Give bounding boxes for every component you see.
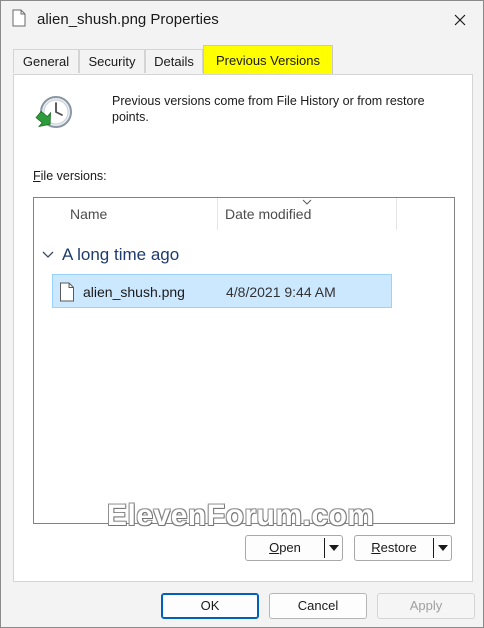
list-item[interactable]: alien_shush.png 4/8/2021 9:44 AM xyxy=(52,274,392,308)
dropdown-arrow-icon xyxy=(438,545,448,551)
open-button[interactable]: Open xyxy=(246,536,324,560)
document-icon xyxy=(60,282,74,302)
column-header: Name Date modified xyxy=(34,198,454,230)
previous-versions-panel: Previous versions come from File History… xyxy=(13,74,473,582)
sort-arrow-icon xyxy=(302,199,312,205)
open-split-button: Open xyxy=(245,535,343,561)
dropdown-arrow-icon xyxy=(329,545,339,551)
file-versions-label-accel: F xyxy=(33,169,41,183)
apply-button[interactable]: Apply xyxy=(377,593,475,619)
file-versions-label: File versions: xyxy=(33,169,107,183)
restore-dropdown-button[interactable] xyxy=(435,536,451,560)
tab-details[interactable]: Details xyxy=(145,49,203,73)
close-icon xyxy=(454,14,466,26)
file-name: alien_shush.png xyxy=(83,284,185,300)
document-icon xyxy=(12,9,26,27)
close-button[interactable] xyxy=(447,7,473,33)
restore-button[interactable]: Restore xyxy=(355,536,433,560)
column-separator[interactable] xyxy=(396,198,397,230)
ok-button[interactable]: OK xyxy=(161,593,259,619)
file-date: 4/8/2021 9:44 AM xyxy=(226,284,336,300)
group-title: A long time ago xyxy=(62,245,180,264)
window-title: alien_shush.png Properties xyxy=(37,11,219,28)
file-versions-label-rest: ile versions: xyxy=(40,169,107,183)
restore-rest: estore xyxy=(380,540,417,555)
split-divider xyxy=(324,538,325,558)
title-bar: alien_shush.png Properties xyxy=(1,1,483,39)
properties-dialog: alien_shush.png Properties General Secur… xyxy=(0,0,484,628)
cancel-button[interactable]: Cancel xyxy=(269,593,367,619)
column-date-modified[interactable]: Date modified xyxy=(225,198,311,230)
restore-split-button: Restore xyxy=(354,535,452,561)
open-dropdown-button[interactable] xyxy=(326,536,342,560)
tab-general[interactable]: General xyxy=(13,49,79,73)
info-text: Previous versions come from File History… xyxy=(112,94,425,124)
tab-security[interactable]: Security xyxy=(79,49,145,73)
open-accel: O xyxy=(269,540,280,555)
column-name[interactable]: Name xyxy=(70,198,107,230)
column-separator[interactable] xyxy=(217,198,218,230)
tab-previous-versions[interactable]: Previous Versions xyxy=(203,45,333,75)
chevron-down-icon xyxy=(42,251,54,258)
history-clock-icon xyxy=(35,96,72,128)
restore-accel: R xyxy=(371,540,381,555)
open-rest: pen xyxy=(279,540,301,555)
file-versions-list[interactable]: Name Date modified A long time ago alien… xyxy=(33,197,455,524)
split-divider xyxy=(433,538,434,558)
group-header[interactable]: A long time ago xyxy=(42,242,179,268)
